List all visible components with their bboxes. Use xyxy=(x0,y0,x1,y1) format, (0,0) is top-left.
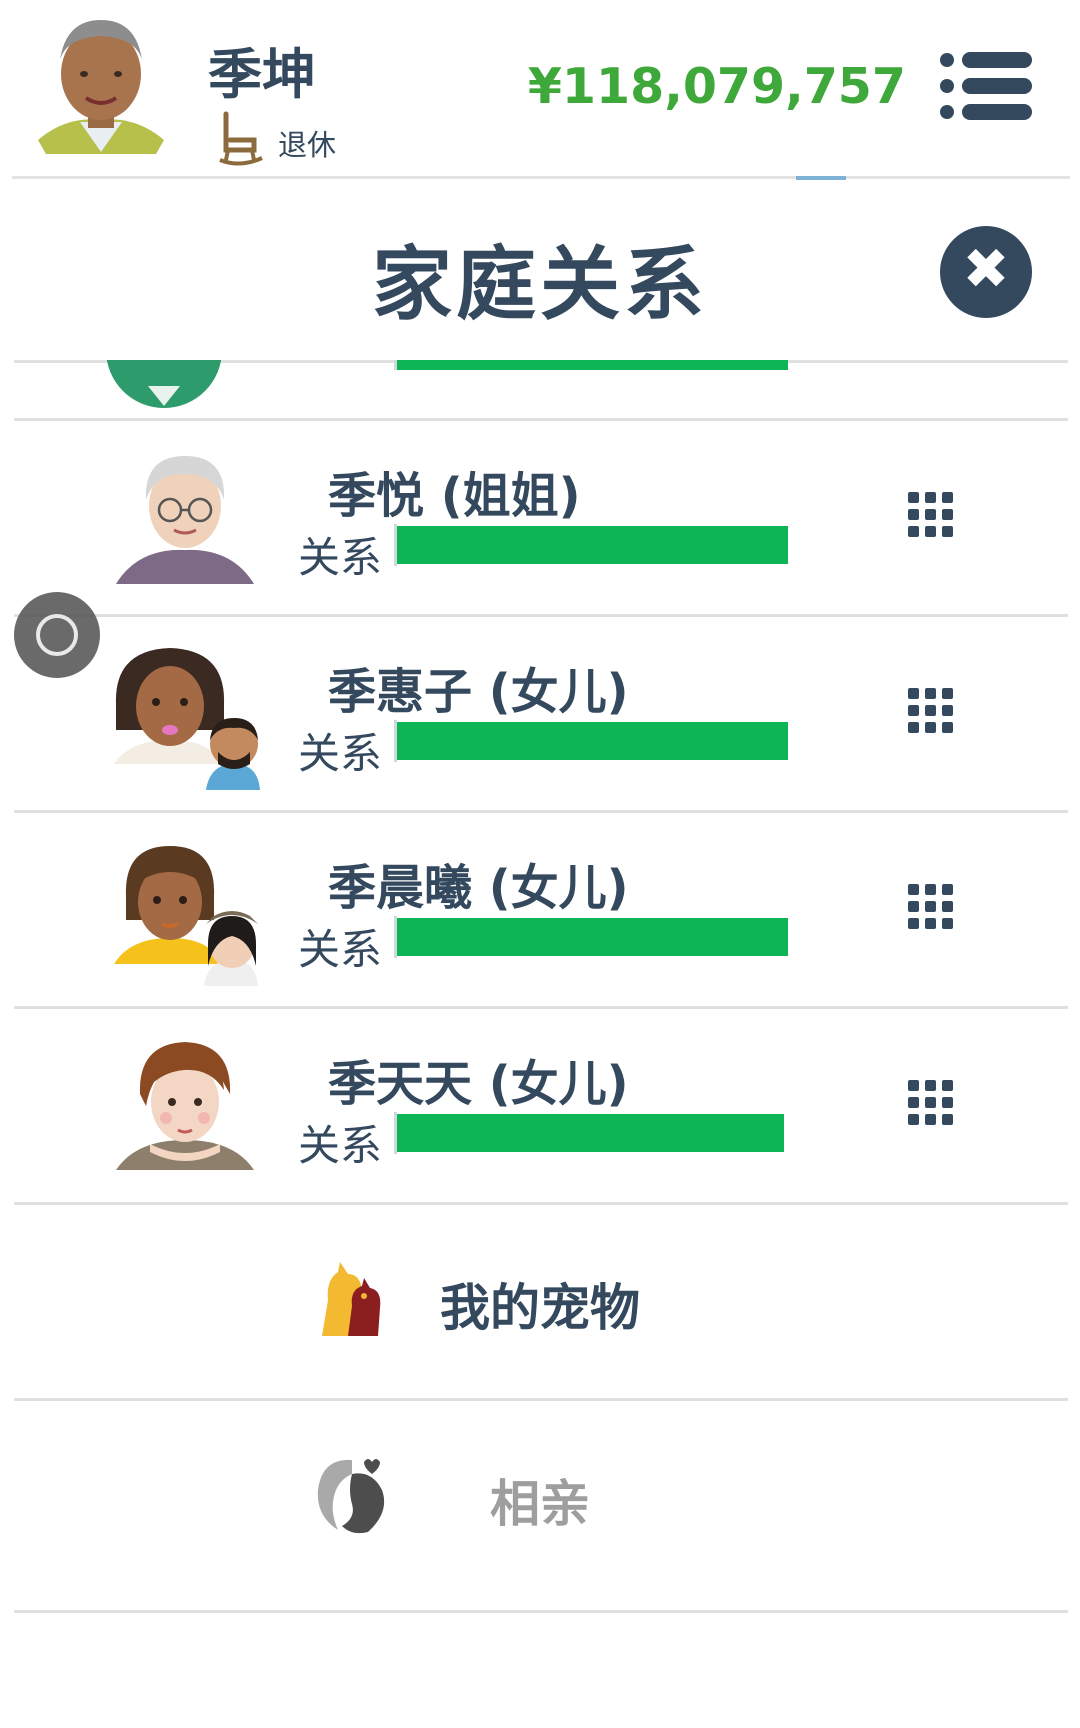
daughter-avatar xyxy=(116,1042,254,1170)
options-grid-icon[interactable] xyxy=(908,884,954,930)
relation-bar xyxy=(394,524,788,566)
relation-label: 关系 xyxy=(298,925,383,974)
member-name: 季晨曦 (女儿) xyxy=(328,860,629,916)
relation-bar xyxy=(394,916,788,958)
member-name: 季惠子 (女儿) xyxy=(328,664,629,720)
relation-bar xyxy=(394,1112,788,1154)
close-icon: ✖ xyxy=(962,237,1010,302)
family-member-row[interactable]: 季惠子 (女儿) 关系 xyxy=(0,616,1080,808)
relation-bar-fill xyxy=(397,1114,785,1152)
top-bar: 季坤 退休 ¥118,079,757 xyxy=(0,0,1080,178)
options-grid-icon[interactable] xyxy=(908,688,954,734)
list-item-partial xyxy=(0,360,1080,420)
options-grid-icon[interactable] xyxy=(908,492,954,538)
member-name: 季悦 (姐姐) xyxy=(328,468,581,524)
relation-label: 关系 xyxy=(298,533,383,582)
family-member-row[interactable]: 季悦 (姐姐) 关系 xyxy=(0,420,1080,612)
modal-title: 家庭关系 xyxy=(372,238,708,331)
options-grid-icon[interactable] xyxy=(908,1080,954,1126)
daughter-avatar xyxy=(114,846,258,986)
bottom-divider xyxy=(14,1610,1068,1613)
member-name: 季天天 (女儿) xyxy=(328,1056,629,1112)
relation-bar-fill xyxy=(397,918,788,956)
partial-bar xyxy=(394,360,788,370)
player-status: 退休 xyxy=(218,108,336,168)
family-member-row[interactable]: 季天天 (女儿) 关系 xyxy=(0,1008,1080,1200)
header-divider xyxy=(12,176,1070,179)
circle-icon xyxy=(36,614,78,656)
dating-button[interactable]: 相亲 xyxy=(0,1400,1080,1590)
player-avatar[interactable] xyxy=(36,12,166,162)
relation-bar-fill xyxy=(397,526,788,564)
relation-label: 关系 xyxy=(298,1121,383,1170)
relation-bar-fill xyxy=(397,722,788,760)
header-accent xyxy=(796,176,846,180)
dating-label: 相亲 xyxy=(490,1475,590,1533)
menu-list-icon[interactable] xyxy=(938,48,1034,124)
close-button[interactable]: ✖ xyxy=(940,226,1032,318)
relation-label: 关系 xyxy=(298,729,383,778)
sister-avatar xyxy=(116,456,254,584)
my-pets-label: 我的宠物 xyxy=(440,1279,640,1337)
rocking-chair-icon xyxy=(219,111,263,166)
my-pets-button[interactable]: 我的宠物 xyxy=(0,1204,1080,1394)
status-text: 退休 xyxy=(278,128,337,162)
daughter-avatar xyxy=(114,648,260,790)
relation-bar xyxy=(394,720,788,762)
money-balance: ¥118,079,757 xyxy=(527,58,906,115)
player-name: 季坤 xyxy=(208,43,316,106)
family-member-row[interactable]: 季晨曦 (女儿) 关系 xyxy=(0,812,1080,1004)
partial-avatar xyxy=(106,360,222,408)
floating-assistive-button[interactable] xyxy=(14,592,100,678)
